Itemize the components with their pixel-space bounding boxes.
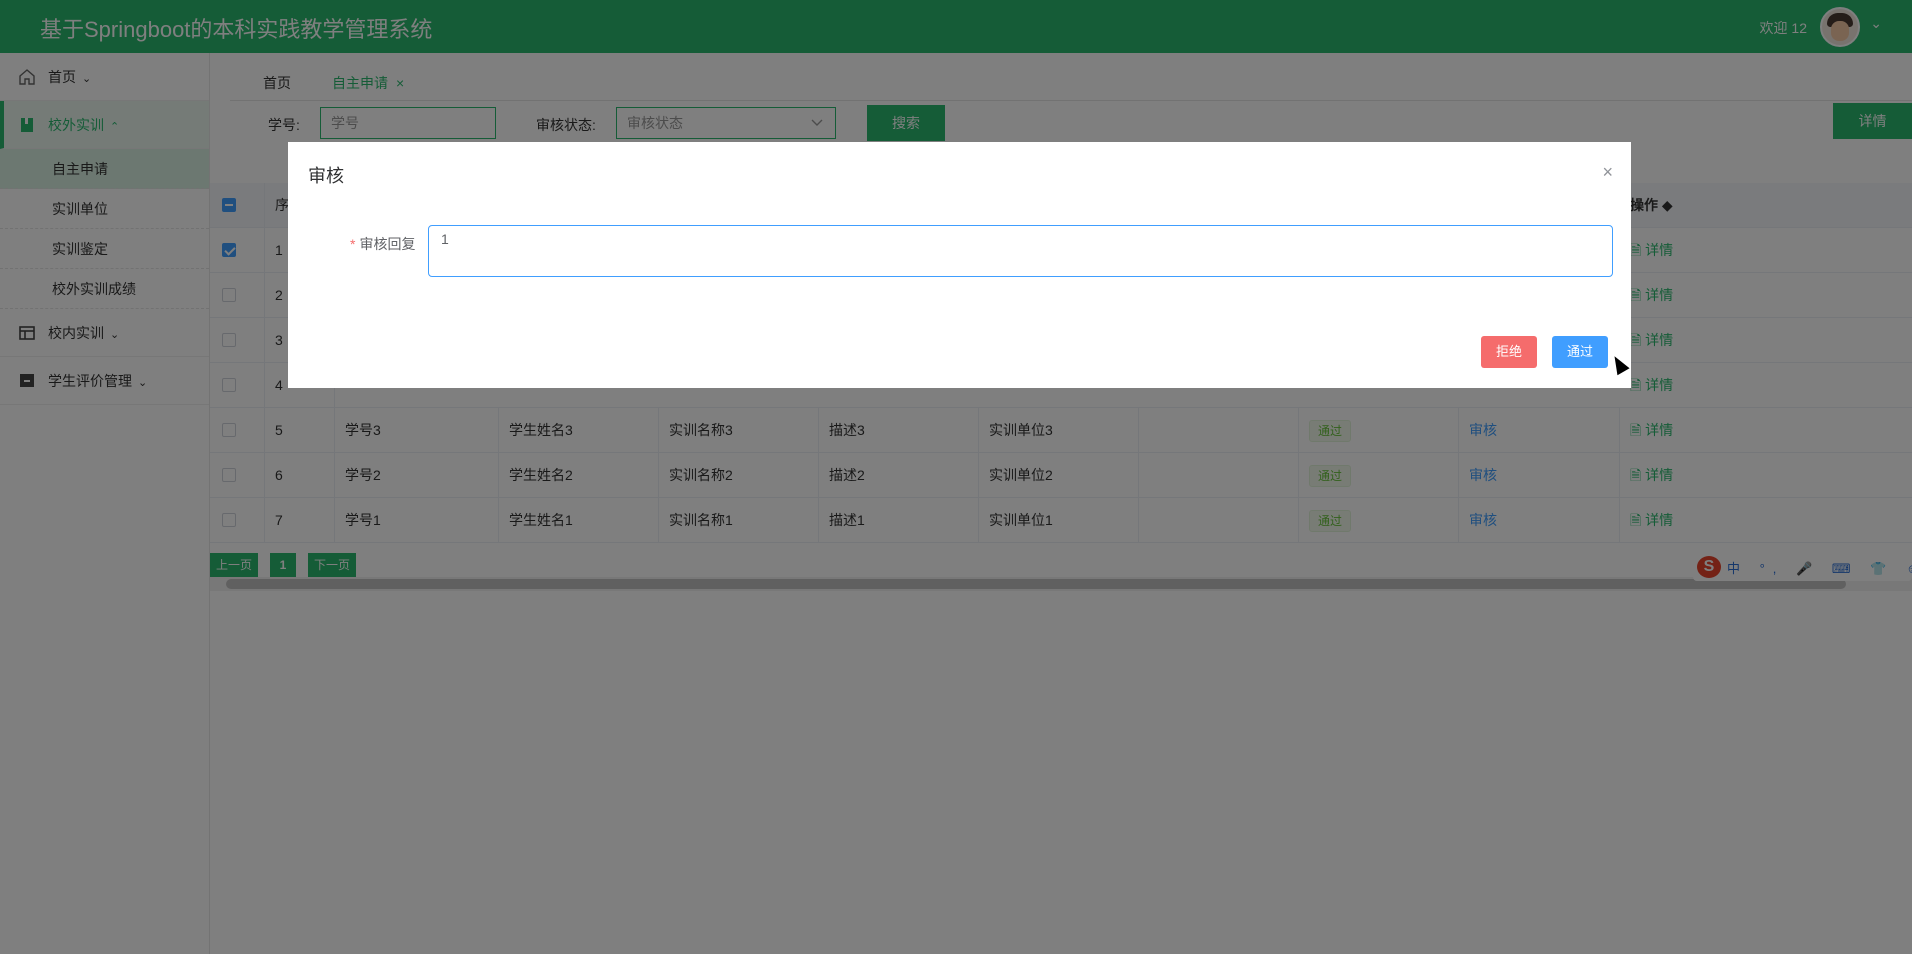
reply-label-text: 审核回复 bbox=[359, 236, 416, 252]
approve-button[interactable]: 通过 bbox=[1552, 336, 1609, 368]
dialog-title: 审核 bbox=[308, 166, 344, 186]
close-icon[interactable]: × bbox=[1602, 162, 1613, 183]
reject-button[interactable]: 拒绝 bbox=[1481, 336, 1538, 368]
required-marker: * bbox=[350, 236, 356, 252]
audit-reply-textarea[interactable]: 1 bbox=[428, 225, 1613, 277]
reply-field-label: * 审核回复 bbox=[350, 234, 415, 254]
audit-dialog: 审核 × * 审核回复 1 拒绝 通过 bbox=[288, 142, 1631, 388]
